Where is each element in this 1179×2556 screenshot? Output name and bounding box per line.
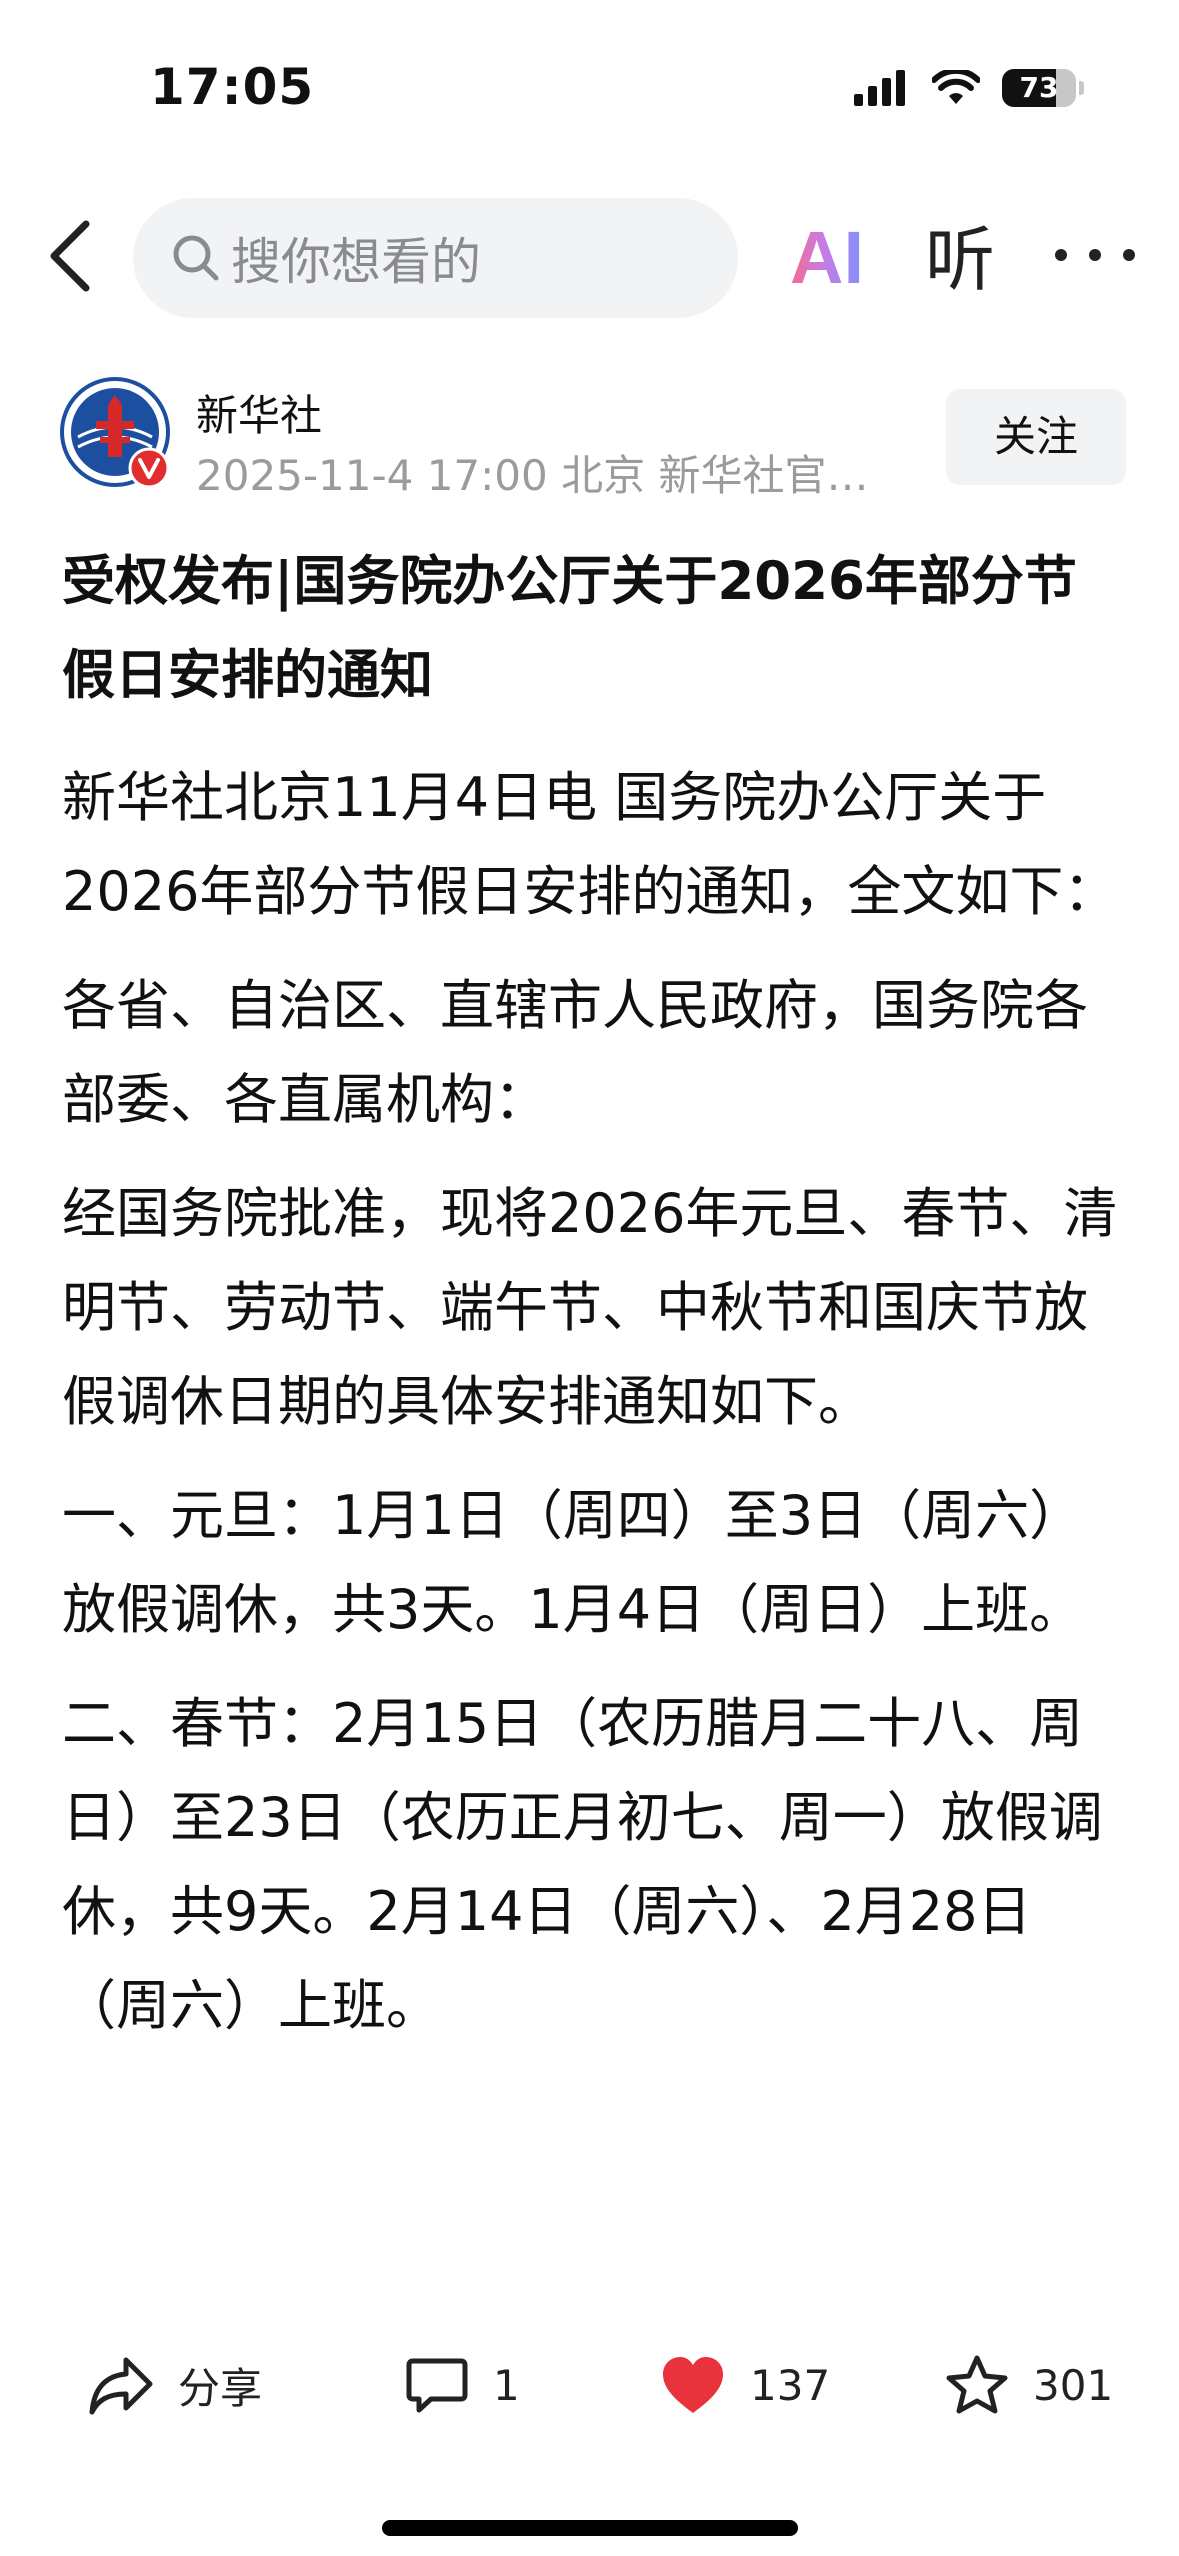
article-paragraph: 一、元旦：1月1日（周四）至3日（周六）放假调休，共3天。1月4日（周日）上班。: [62, 1484, 1084, 1641]
more-dot-icon: [1123, 249, 1135, 261]
article-paragraph: 经国务院批准，现将2026年元旦、春节、清明节、劳动节、端午节、中秋节和国庆节放…: [62, 1182, 1118, 1433]
verified-badge-icon: [128, 447, 170, 489]
article-title: 受权发布|国务院办公厅关于2026年部分节假日安排的通知: [62, 551, 1077, 706]
article-paragraph: 新华社北京11月4日电 国务院办公厅关于2026年部分节假日安排的通知，全文如下…: [62, 766, 1118, 923]
author-meta: 2025-11-4 17:00 北京 新华社官方账号: [196, 451, 886, 500]
top-nav-bar: 搜你想看的 AI 听: [0, 190, 1179, 320]
chevron-left-icon: [50, 220, 90, 292]
like-button[interactable]: 137: [660, 2345, 830, 2425]
like-count: 137: [750, 2360, 831, 2410]
home-indicator: [382, 2520, 798, 2536]
status-bar: 17:05 73: [0, 0, 1179, 150]
more-dot-icon: [1055, 249, 1067, 261]
battery-level: 73: [1019, 71, 1059, 104]
back-button[interactable]: [40, 218, 110, 294]
status-icons: 73: [854, 66, 1084, 110]
ai-button[interactable]: AI: [790, 218, 864, 298]
author-name[interactable]: 新华社: [196, 382, 322, 443]
article-body: 受权发布|国务院办公厅关于2026年部分节假日安排的通知 新华社北京11月4日电…: [62, 535, 1122, 2302]
author-row: 新华社 2025-11-4 17:00 北京 新华社官方账号 关注: [0, 372, 1179, 502]
share-button[interactable]: 分享: [88, 2345, 262, 2425]
listen-button[interactable]: 听: [925, 220, 995, 300]
share-label: 分享: [178, 2363, 263, 2413]
star-icon: [946, 2355, 1008, 2414]
search-icon: [173, 235, 219, 281]
share-icon: [89, 2357, 153, 2415]
bottom-action-bar: 分享 1 137 301: [0, 2320, 1179, 2450]
comment-button[interactable]: 1: [405, 2345, 520, 2425]
favorite-count: 301: [1033, 2360, 1114, 2410]
article-paragraph: 各省、自治区、直辖市人民政府，国务院各部委、各直属机构：: [62, 974, 1088, 1131]
comment-count: 1: [493, 2360, 520, 2410]
more-options-button[interactable]: [1055, 240, 1135, 270]
heart-icon: [663, 2357, 723, 2413]
favorite-button[interactable]: 301: [945, 2345, 1113, 2425]
follow-button[interactable]: 关注: [946, 389, 1126, 485]
battery-icon: 73: [1002, 69, 1076, 107]
comment-icon: [406, 2358, 468, 2413]
search-input[interactable]: 搜你想看的: [133, 198, 738, 318]
more-dot-icon: [1089, 249, 1101, 261]
search-placeholder: 搜你想看的: [231, 233, 481, 291]
cellular-signal-icon: [854, 70, 910, 106]
battery-tip: [1079, 81, 1084, 95]
status-time: 17:05: [150, 58, 315, 116]
article-paragraph: 二、春节：2月15日（农历腊月二十八、周日）至23日（农历正月初七、周一）放假调…: [62, 1692, 1103, 2037]
wifi-icon: [932, 70, 980, 104]
